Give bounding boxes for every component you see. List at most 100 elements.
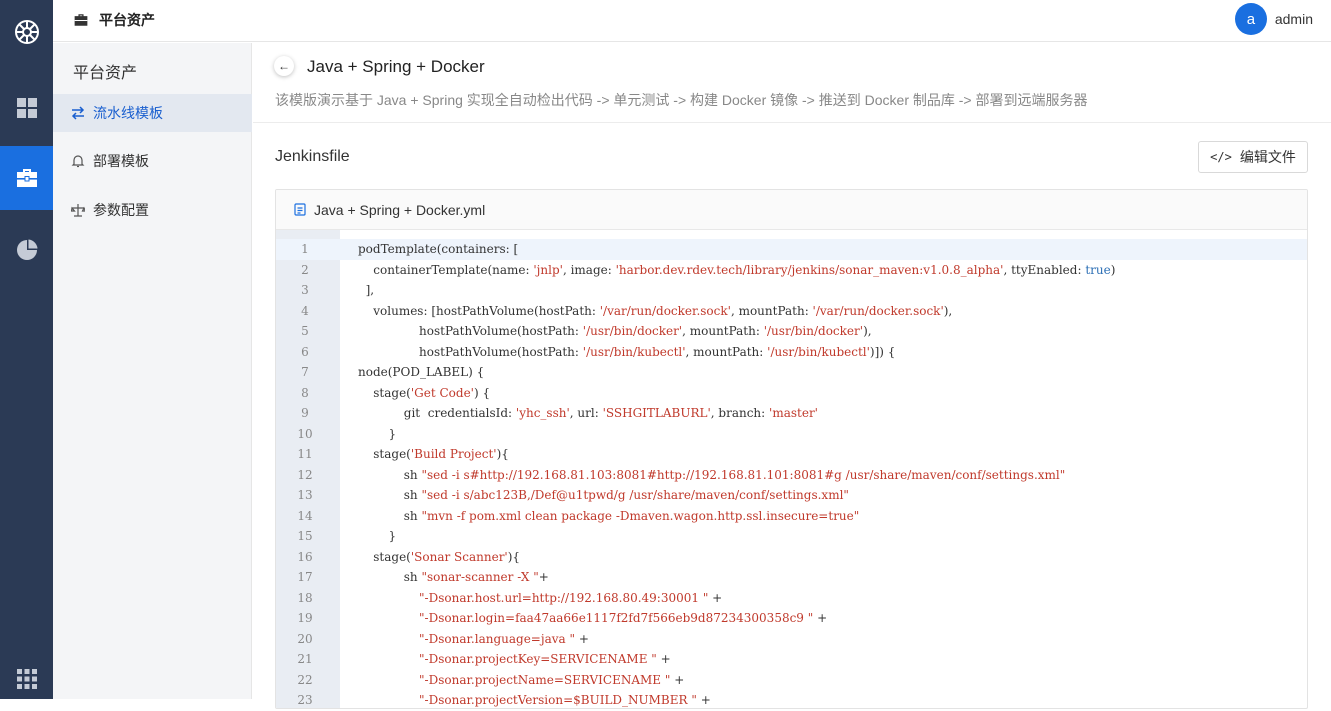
line-code: hostPathVolume(hostPath: '/usr/bin/docke… — [358, 324, 872, 339]
bell-icon — [71, 155, 85, 168]
subnav-item-pipeline-templates[interactable]: 流水线模板 — [53, 94, 252, 132]
code-line: 9 git credentialsId: 'yhc_ssh', url: 'SS… — [276, 403, 1307, 424]
file-name: Java + Spring + Docker.yml — [314, 201, 486, 218]
code-editor[interactable]: 1 podTemplate(containers: [ 2 containerTem… — [276, 230, 1307, 708]
briefcase-icon — [74, 14, 88, 26]
line-code: "-Dsonar.projectKey=SERVICENAME " + — [419, 652, 671, 667]
line-code: "-Dsonar.language=java " + — [419, 631, 589, 646]
code-line: 16 stage('Sonar Scanner'){ — [276, 547, 1307, 568]
page-title: Java + Spring + Docker — [307, 57, 485, 76]
line-number: 1 — [301, 242, 309, 257]
subnav-item-label: 部署模板 — [93, 153, 149, 169]
line-number: 20 — [297, 631, 313, 646]
line-number: 10 — [297, 426, 313, 441]
code-line: 11 stage('Build Project'){ — [276, 444, 1307, 465]
code-line: 14 sh "mvn -f pom.xml clean package -Dma… — [276, 506, 1307, 527]
code-line: 17 sh "sonar-scanner -X "+ — [276, 567, 1307, 588]
line-number: 12 — [297, 467, 313, 482]
user-name[interactable]: admin — [1275, 11, 1313, 27]
back-button[interactable]: ← — [274, 56, 294, 76]
line-code: git credentialsId: 'yhc_ssh', url: 'SSHG… — [358, 406, 818, 421]
line-code: } — [358, 529, 397, 544]
line-number: 4 — [301, 303, 309, 318]
line-number: 22 — [297, 672, 313, 687]
line-code: sh "sed -i s#http://192.168.81.103:8081#… — [358, 467, 1066, 482]
line-code: sh "mvn -f pom.xml clean package -Dmaven… — [358, 508, 860, 523]
page-description: 该模版演示基于 Java + Spring 实现全自动检出代码 -> 单元测试 … — [275, 92, 1088, 108]
line-number: 16 — [297, 549, 313, 564]
code-line: 7 node(POD_LABEL) { — [276, 362, 1307, 383]
user-menu[interactable]: a admin — [1234, 3, 1313, 35]
code-icon: </> — [1210, 150, 1232, 164]
code-line: 8 stage('Get Code') { — [276, 383, 1307, 404]
file-header: Java + Spring + Docker.yml — [276, 190, 1307, 230]
file-viewer: Java + Spring + Docker.yml 1 podTemplate(… — [275, 189, 1308, 709]
dashboard-icon[interactable] — [0, 76, 53, 140]
code-line: 20 "-Dsonar.language=java " + — [276, 629, 1307, 650]
code-lines: 1 podTemplate(containers: [ 2 containerTem… — [276, 239, 1307, 708]
subnav-item-parameter-config[interactable]: 参数配置 — [53, 191, 252, 229]
line-number: 3 — [301, 283, 309, 298]
line-number: 21 — [297, 652, 313, 667]
section-title: Jenkinsfile — [275, 148, 350, 165]
subnav-item-label: 参数配置 — [93, 202, 149, 218]
briefcase-icon[interactable] — [0, 146, 53, 210]
code-line: 10 } — [276, 424, 1307, 445]
line-number: 17 — [297, 570, 313, 585]
divider — [253, 122, 1331, 123]
main-content: ← Java + Spring + Docker 该模版演示基于 Java + … — [253, 43, 1331, 709]
line-code: containerTemplate(name: 'jnlp', image: '… — [358, 262, 1116, 277]
line-code: hostPathVolume(hostPath: '/usr/bin/kubec… — [358, 344, 896, 359]
edit-file-label: 编辑文件 — [1239, 149, 1296, 165]
line-code: node(POD_LABEL) { — [358, 365, 485, 380]
subnav-item-label: 流水线模板 — [93, 105, 163, 121]
file-icon — [294, 203, 306, 216]
sub-navigation: 平台资产 流水线模板 部署模板 参数配置 — [53, 43, 252, 699]
edit-file-button[interactable]: </> 编辑文件 — [1198, 141, 1308, 173]
pie-chart-icon[interactable] — [0, 218, 53, 282]
line-number: 7 — [301, 365, 309, 380]
code-line: 21 "-Dsonar.projectKey=SERVICENAME " + — [276, 649, 1307, 670]
code-line: 12 sh "sed -i s#http://192.168.81.103:80… — [276, 465, 1307, 486]
line-code: stage('Sonar Scanner'){ — [358, 549, 521, 564]
avatar[interactable]: a — [1234, 3, 1267, 35]
app-rail — [0, 0, 53, 699]
line-code: sh "sed -i s/abc123B,/Def@u1tpwd/g /usr/… — [358, 488, 849, 503]
line-number: 6 — [301, 344, 309, 359]
line-code: stage('Get Code') { — [358, 385, 491, 400]
code-line: 22 "-Dsonar.projectName=SERVICENAME " + — [276, 670, 1307, 691]
line-code: volumes: [hostPathVolume(hostPath: '/var… — [358, 303, 953, 318]
line-code: "-Dsonar.projectName=SERVICENAME " + — [419, 672, 685, 687]
line-code: "-Dsonar.host.url=http://192.168.80.49:3… — [419, 590, 723, 605]
line-code: "-Dsonar.projectVersion=$BUILD_NUMBER " … — [419, 693, 711, 708]
breadcrumb: 平台资产 — [73, 10, 155, 30]
subnav-item-deploy-templates[interactable]: 部署模板 — [53, 142, 252, 180]
line-number: 15 — [297, 529, 313, 544]
line-code: } — [358, 426, 397, 441]
code-line: 2 containerTemplate(name: 'jnlp', image:… — [276, 260, 1307, 281]
line-code: podTemplate(containers: [ — [358, 242, 519, 257]
balance-icon — [71, 204, 85, 217]
code-line: 13 sh "sed -i s/abc123B,/Def@u1tpwd/g /u… — [276, 485, 1307, 506]
topbar-title: 平台资产 — [99, 12, 155, 28]
line-number: 11 — [297, 447, 313, 462]
line-code: stage('Build Project'){ — [358, 447, 509, 462]
line-number: 23 — [297, 693, 313, 708]
line-number: 19 — [297, 611, 313, 626]
logo-icon[interactable] — [0, 0, 53, 64]
line-number: 13 — [297, 488, 313, 503]
apps-grid-icon[interactable] — [0, 647, 53, 711]
code-line: 19 "-Dsonar.login=faa47aa66e1117f2fd7f56… — [276, 608, 1307, 629]
top-bar: 平台资产 a admin — [53, 0, 1331, 42]
code-line: 23 "-Dsonar.projectVersion=$BUILD_NUMBER… — [276, 690, 1307, 708]
code-line: 5 hostPathVolume(hostPath: '/usr/bin/doc… — [276, 321, 1307, 342]
line-number: 5 — [301, 324, 309, 339]
arrow-left-icon: ← — [278, 59, 290, 73]
line-number: 9 — [301, 406, 309, 421]
code-line: 1 podTemplate(containers: [ — [276, 239, 1307, 260]
line-number: 2 — [301, 262, 309, 277]
line-number: 18 — [297, 590, 313, 605]
line-code: "-Dsonar.login=faa47aa66e1117f2fd7f566eb… — [419, 611, 828, 626]
code-line: 15 } — [276, 526, 1307, 547]
code-line: 4 volumes: [hostPathVolume(hostPath: '/v… — [276, 301, 1307, 322]
